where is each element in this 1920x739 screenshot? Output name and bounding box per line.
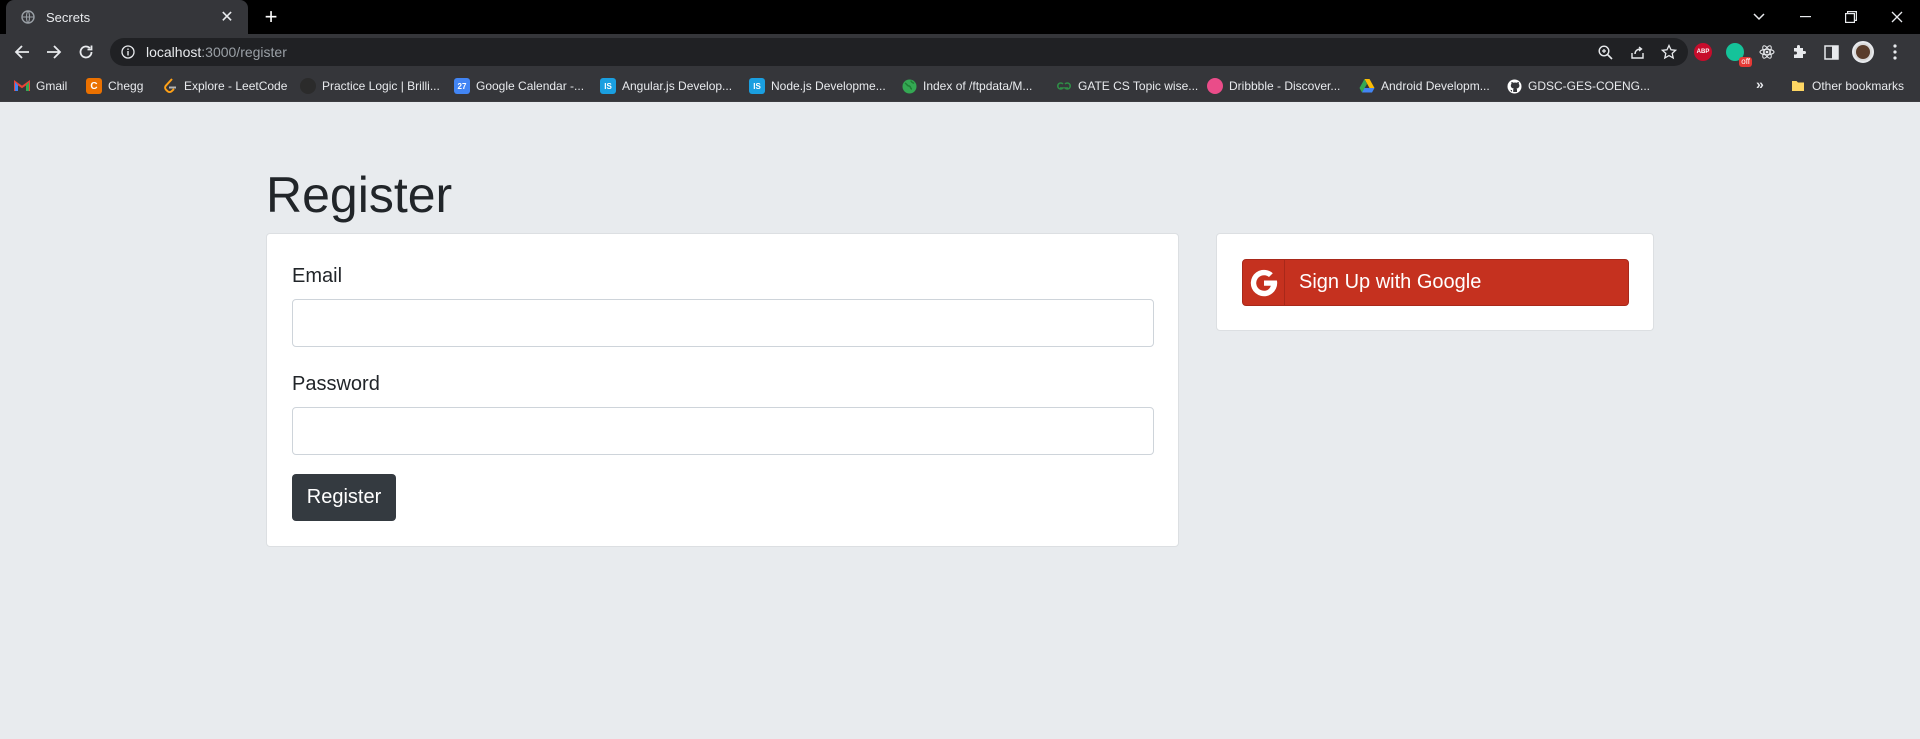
bookmark-dribbble[interactable]: Dribbble - Discover... <box>1207 78 1340 94</box>
bookmark-chegg[interactable]: C Chegg <box>86 78 143 94</box>
omnibox-actions <box>1596 38 1678 66</box>
close-tab-icon[interactable]: ✕ <box>218 7 236 27</box>
browser-tab[interactable]: Secrets ✕ <box>6 0 248 34</box>
globe-icon <box>20 9 36 25</box>
tab-title: Secrets <box>46 9 91 25</box>
bookmark-leetcode[interactable]: Explore - LeetCode <box>162 78 287 94</box>
password-field[interactable] <box>292 407 1154 455</box>
drive-icon <box>1359 78 1375 94</box>
bookmark-nodejs[interactable]: IS Node.js Developme... <box>749 78 886 94</box>
new-tab-button[interactable]: + <box>258 4 284 30</box>
is-icon: IS <box>749 78 765 94</box>
more-bookmarks-chevron-icon[interactable]: » <box>1756 76 1764 92</box>
gfg-icon <box>1056 78 1072 94</box>
bookmark-google-calendar[interactable]: 27 Google Calendar -... <box>454 78 584 94</box>
bookmark-gdsc-github[interactable]: GDSC-GES-COENG... <box>1506 78 1650 94</box>
bookmark-star-icon[interactable] <box>1660 43 1678 61</box>
page-title: Register <box>266 167 453 223</box>
bookmark-angular[interactable]: IS Angular.js Develop... <box>600 78 732 94</box>
calendar-icon: 27 <box>454 78 470 94</box>
reload-icon[interactable] <box>72 38 100 66</box>
url-path: :3000/register <box>201 44 287 60</box>
adblock-icon[interactable]: ABP <box>1692 41 1714 63</box>
forward-arrow-icon[interactable] <box>40 38 68 66</box>
site-info-icon[interactable] <box>120 44 136 60</box>
globe-icon <box>901 78 917 94</box>
extensions-puzzle-icon[interactable] <box>1788 41 1810 63</box>
social-signup-card: Sign Up with Google <box>1216 233 1654 331</box>
avatar[interactable] <box>1852 41 1874 63</box>
email-field[interactable] <box>292 299 1154 347</box>
address-bar[interactable]: localhost:3000/register <box>110 38 1688 66</box>
tab-strip: Secrets ✕ + <box>0 0 1920 34</box>
url-host: localhost <box>146 44 202 60</box>
zoom-icon[interactable] <box>1596 43 1614 61</box>
side-panel-icon[interactable] <box>1820 41 1842 63</box>
register-form-card: Email Password Register <box>266 233 1179 547</box>
google-signup-button[interactable]: Sign Up with Google <box>1242 259 1629 306</box>
restore-button[interactable] <box>1828 0 1874 34</box>
bookmark-android[interactable]: Android Developm... <box>1359 78 1490 94</box>
adblock-label: ABP <box>1694 43 1712 61</box>
google-icon <box>1243 260 1285 305</box>
email-label: Email <box>292 265 343 287</box>
google-signup-label: Sign Up with Google <box>1299 271 1482 293</box>
leetcode-icon <box>162 78 178 94</box>
react-devtools-icon[interactable] <box>1756 41 1778 63</box>
chegg-icon: C <box>86 78 102 94</box>
bookmark-gate-cs[interactable]: GATE CS Topic wise... <box>1056 78 1198 94</box>
window-controls <box>1736 0 1920 34</box>
register-button[interactable]: Register <box>292 474 396 521</box>
gmail-icon <box>14 78 30 94</box>
brilliant-icon <box>300 78 316 94</box>
bookmark-gmail[interactable]: Gmail <box>14 78 67 94</box>
share-icon[interactable] <box>1628 43 1646 61</box>
close-window-button[interactable] <box>1874 0 1920 34</box>
dribbble-icon <box>1207 78 1223 94</box>
github-icon <box>1506 78 1522 94</box>
bookmarks-bar: Gmail C Chegg Explore - LeetCode Practic… <box>0 70 1920 102</box>
bookmark-brilliant[interactable]: Practice Logic | Brilli... <box>300 78 440 94</box>
grammarly-off-badge: off <box>1739 57 1752 67</box>
browser-toolbar: localhost:3000/register ABP off <box>0 34 1920 70</box>
minimize-button[interactable] <box>1782 0 1828 34</box>
bookmark-ftpdata[interactable]: Index of /ftpdata/M... <box>901 78 1032 94</box>
other-bookmarks[interactable]: Other bookmarks <box>1790 78 1904 94</box>
folder-icon <box>1790 78 1806 94</box>
back-arrow-icon[interactable] <box>8 38 36 66</box>
chevron-down-icon[interactable] <box>1736 0 1782 34</box>
menu-dots-icon[interactable] <box>1884 41 1906 63</box>
grammarly-icon[interactable]: off <box>1724 41 1752 67</box>
extensions-area: ABP off <box>1692 38 1906 67</box>
is-icon: IS <box>600 78 616 94</box>
password-label: Password <box>292 373 380 395</box>
